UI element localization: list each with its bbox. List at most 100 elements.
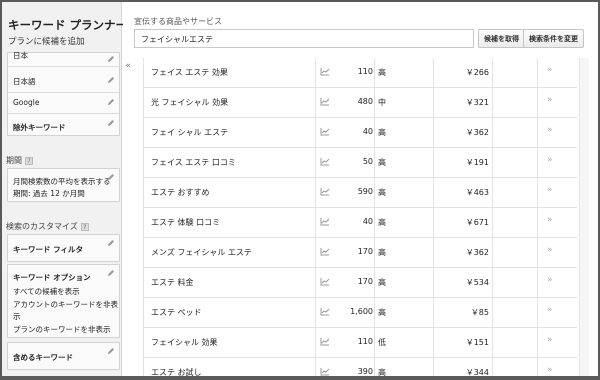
add-arrow-icon[interactable]: »	[547, 125, 553, 135]
period-heading: 期間?	[6, 155, 33, 166]
table-row: エステ 体験 口コミ 40 高 ￥671 »	[143, 208, 577, 238]
option-hide-plan: プランのキーワードを非表示	[13, 325, 111, 334]
trend-chart-icon[interactable]	[320, 187, 330, 196]
search-volume-cell: 40	[362, 217, 373, 226]
targeting-location[interactable]: 日本	[13, 50, 28, 61]
period-heading-label: 期間	[6, 156, 22, 165]
negative-keywords[interactable]: 除外キーワード	[13, 122, 66, 133]
keyword-cell[interactable]: エステ お試し	[151, 367, 202, 376]
keyword-cell[interactable]: エステ 料金	[151, 277, 194, 288]
keyword-cell[interactable]: フェイス エステ 効果	[151, 67, 228, 78]
table-row: フェイ シャル エステ 40 高 ￥362 »	[143, 118, 577, 148]
suggested-bid-cell: ￥344	[465, 368, 489, 376]
get-ideas-button[interactable]: 候補を取得	[478, 29, 525, 48]
search-header: 宣伝する商品やサービス フェイシャルエステ 候補を取得 検索条件を変更	[123, 2, 598, 58]
trend-chart-icon[interactable]	[320, 97, 330, 106]
period-line1: 月間検索数の平均を表示する	[13, 177, 111, 186]
keyword-cell[interactable]: エステ 体験 口コミ	[151, 217, 220, 228]
trend-chart-icon[interactable]	[320, 367, 330, 376]
trend-chart-icon[interactable]	[320, 217, 330, 226]
suggested-bid-cell: ￥266	[465, 68, 489, 77]
pencil-icon[interactable]	[107, 173, 115, 181]
trend-chart-icon[interactable]	[320, 337, 330, 346]
competition-cell: 高	[378, 278, 386, 287]
modify-search-button[interactable]: 検索条件を変更	[523, 29, 584, 48]
help-icon[interactable]: ?	[25, 156, 33, 165]
search-volume-cell: 170	[357, 247, 373, 256]
targeting-language[interactable]: 日本語	[13, 76, 36, 87]
add-arrow-icon[interactable]: »	[547, 95, 553, 105]
period-line2: 期間: 過去 12 か月間	[13, 189, 85, 198]
pencil-icon[interactable]	[107, 347, 115, 355]
product-label: 宣伝する商品やサービス	[134, 17, 222, 26]
trend-chart-icon[interactable]	[320, 127, 330, 136]
keyword-options-box[interactable]: キーワード オプション すべての候補を表示 アカウントのキーワードを非表 示 プ…	[7, 264, 120, 338]
suggested-bid-cell: ￥191	[465, 158, 489, 167]
search-volume-cell: 390	[357, 367, 373, 376]
search-volume-cell: 480	[357, 97, 373, 106]
add-arrow-icon[interactable]: »	[547, 185, 553, 195]
product-input[interactable]: フェイシャルエステ	[134, 29, 474, 48]
keyword-cell[interactable]: 光 フェイシャル 効果	[151, 97, 228, 108]
keyword-cell[interactable]: エステ ペッド	[151, 307, 202, 318]
table-row: エステ 料金 170 高 ￥534 »	[143, 268, 577, 298]
add-arrow-icon[interactable]: »	[547, 155, 553, 165]
pencil-icon[interactable]	[107, 98, 115, 106]
include-keywords-box[interactable]: 含めるキーワード	[7, 342, 120, 370]
table-row: メンズ フェイシャル エステ 170 高 ￥362 »	[143, 238, 577, 268]
keyword-cell[interactable]: フェイ シャル エステ	[151, 127, 228, 138]
pencil-icon[interactable]	[107, 55, 115, 63]
suggested-bid-cell: ￥671	[465, 218, 489, 227]
add-arrow-icon[interactable]: »	[547, 215, 553, 225]
suggested-bid-cell: ￥151	[465, 338, 489, 347]
competition-cell: 高	[378, 158, 386, 167]
search-volume-cell: 110	[357, 67, 373, 76]
keyword-cell[interactable]: フェイス エステ 口コミ	[151, 157, 236, 168]
suggested-bid-cell: ￥534	[465, 278, 489, 287]
competition-cell: 高	[378, 248, 386, 257]
add-arrow-icon[interactable]: »	[547, 365, 553, 375]
table-row: エステ ペッド 1,600 高 ￥85 »	[143, 298, 577, 328]
option-show-all: すべての候補を表示	[13, 287, 80, 296]
add-arrow-icon[interactable]: »	[547, 275, 553, 285]
trend-chart-icon[interactable]	[320, 307, 330, 316]
option-hide-account-b: 示	[13, 312, 21, 321]
trend-chart-icon[interactable]	[320, 67, 330, 76]
add-arrow-icon[interactable]: »	[547, 305, 553, 315]
competition-cell: 高	[378, 308, 386, 317]
collapse-icon[interactable]: «	[122, 60, 134, 72]
keyword-cell[interactable]: フェイシャル 効果	[151, 337, 218, 348]
help-icon[interactable]: ?	[80, 222, 89, 231]
keyword-filter-box[interactable]: キーワード フィルタ	[7, 234, 120, 262]
add-arrow-icon[interactable]: »	[547, 245, 553, 255]
table-row: フェイシャル 効果 110 低 ￥151 »	[143, 328, 577, 358]
pencil-icon[interactable]	[107, 239, 115, 247]
trend-chart-icon[interactable]	[320, 247, 330, 256]
table-row: エステ お試し 390 高 ￥344 »	[143, 358, 577, 376]
add-arrow-icon[interactable]: »	[547, 335, 553, 345]
table-row: フェイス エステ 効果 110 高 ￥266 »	[143, 58, 577, 88]
search-volume-cell: 110	[357, 337, 373, 346]
pencil-icon[interactable]	[107, 76, 115, 84]
include-keywords: 含めるキーワード	[13, 353, 73, 362]
pencil-icon[interactable]	[107, 269, 115, 277]
competition-cell: 高	[378, 218, 386, 227]
targeting-network[interactable]: Google	[13, 98, 39, 107]
table-row: 光 フェイシャル 効果 480 中 ￥321 »	[143, 88, 577, 118]
search-volume-cell: 170	[357, 277, 373, 286]
customize-heading-label: 検索のカスタマイズ	[6, 222, 78, 231]
scrollbar[interactable]	[579, 58, 589, 376]
app-subtitle: プランに候補を追加	[8, 37, 85, 47]
keyword-cell[interactable]: エステ おすすめ	[151, 187, 210, 198]
pencil-icon[interactable]	[107, 119, 115, 127]
competition-cell: 低	[378, 338, 386, 347]
trend-chart-icon[interactable]	[320, 157, 330, 166]
sidebar: キーワード プランナー プランに候補を追加 日本 日本語 Google 除外キー…	[2, 2, 127, 376]
trend-chart-icon[interactable]	[320, 277, 330, 286]
add-arrow-icon[interactable]: »	[547, 65, 553, 75]
keyword-cell[interactable]: メンズ フェイシャル エステ	[151, 247, 252, 258]
keyword-options: キーワード オプション	[13, 273, 91, 282]
period-box[interactable]: 月間検索数の平均を表示する 期間: 過去 12 か月間	[7, 168, 120, 202]
competition-cell: 高	[378, 368, 386, 376]
table-row: フェイス エステ 口コミ 50 高 ￥191 »	[143, 148, 577, 178]
